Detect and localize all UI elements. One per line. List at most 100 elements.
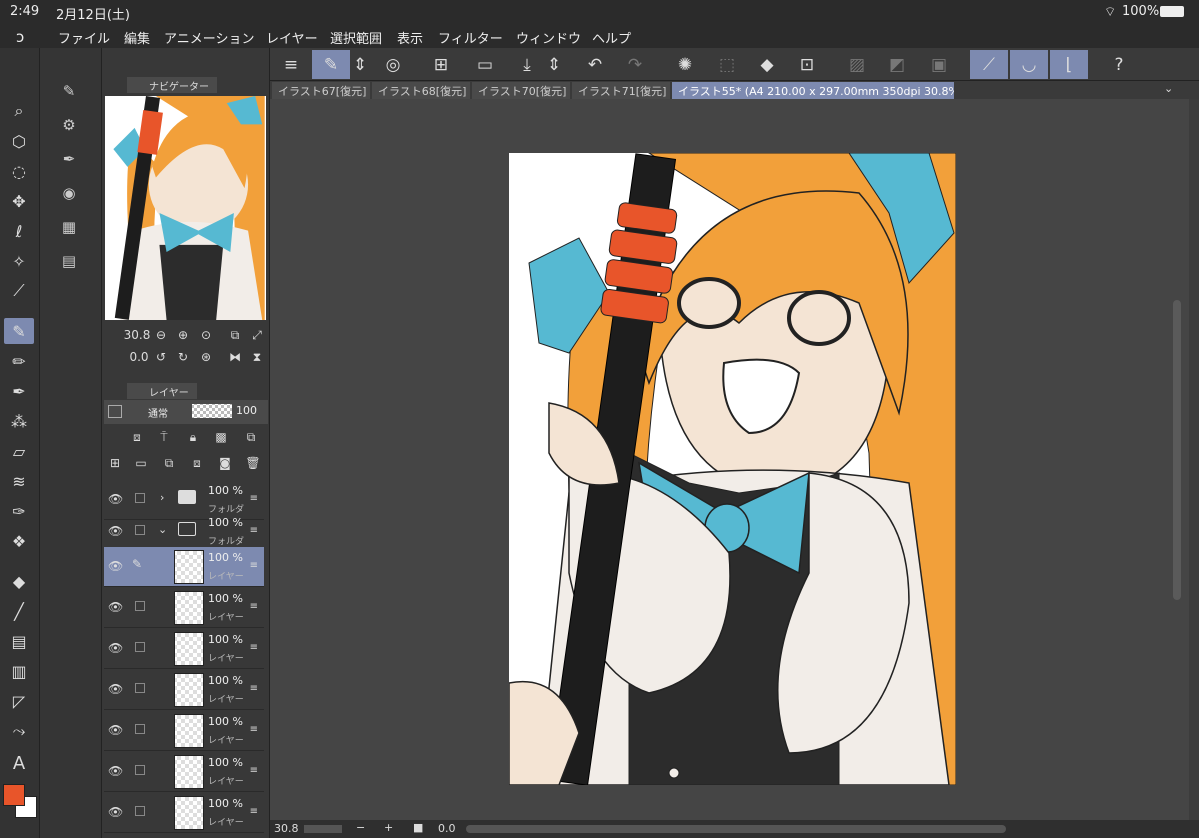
menu-file[interactable]: ファイル — [58, 28, 110, 47]
brush-tool-icon[interactable]: ✒ — [4, 378, 34, 404]
fit-icon[interactable]: ⊙ — [197, 328, 215, 342]
frame-tool-icon[interactable]: ▥ — [4, 658, 34, 684]
zoom-tool-icon[interactable]: ⌕ — [4, 98, 34, 124]
eye-icon[interactable]: 👁︎ — [108, 805, 123, 819]
layer-menu-icon[interactable]: ≡ — [250, 493, 258, 504]
layer-menu-icon[interactable]: ≡ — [250, 806, 258, 817]
main-color-swatch[interactable] — [3, 784, 25, 806]
tab-illust68[interactable]: イラスト68[復元] — [372, 82, 470, 99]
new-raster-layer-icon[interactable]: ⊞ — [106, 456, 124, 470]
chevron-right-icon[interactable]: › — [160, 491, 164, 504]
layer-checkbox[interactable] — [135, 806, 145, 816]
merge-down-icon[interactable]: ⧈ — [188, 456, 206, 471]
layer-row[interactable]: 👁︎ 100 % レイヤー ≡ — [104, 670, 264, 710]
menu-view[interactable]: 表示 — [397, 28, 423, 47]
airbrush-icon[interactable]: ⁂ — [4, 408, 34, 434]
layer-checkbox[interactable] — [135, 493, 145, 503]
rotate-left-icon[interactable]: ↺ — [152, 350, 170, 364]
fit-window-icon[interactable]: ⤢ — [248, 328, 266, 343]
grid-snap-icon[interactable]: ⌊ — [1050, 50, 1088, 79]
layer-menu-icon[interactable]: ≡ — [250, 525, 258, 536]
frame-icon[interactable]: ▣ — [920, 50, 958, 79]
save-icon[interactable]: ⤓ — [508, 50, 546, 79]
blend-tool-icon[interactable]: ≋ — [4, 468, 34, 494]
eye-icon[interactable]: 👁︎ — [108, 723, 123, 737]
mask-icon[interactable]: ⧉ — [240, 430, 262, 445]
layer-menu-icon[interactable]: ≡ — [250, 560, 258, 571]
lasso-icon[interactable]: ℓ — [4, 218, 34, 244]
layer-checkbox[interactable] — [135, 525, 145, 535]
layer-row[interactable]: 👁︎ ⌄ 100 % フォルダ ≡ — [104, 512, 264, 552]
layer-checkbox[interactable] — [135, 683, 145, 693]
actual-size-icon[interactable]: ⧉ — [226, 328, 244, 343]
menu-selection[interactable]: 選択範囲 — [330, 28, 382, 47]
text-tool-icon[interactable]: A — [4, 750, 34, 776]
tab-illust67[interactable]: イラスト67[復元] — [272, 82, 370, 99]
stroke-icon[interactable]: ▨ — [838, 50, 876, 79]
layer-menu-icon[interactable]: ≡ — [250, 765, 258, 776]
rotate-right-icon[interactable]: ↻ — [174, 350, 192, 364]
lock-icon[interactable]: 🔒︎ — [184, 430, 202, 445]
chevron-updown-icon[interactable]: ⇕ — [350, 50, 370, 79]
layer-menu-icon[interactable]: ≡ — [250, 601, 258, 612]
layer-row[interactable]: 👁︎ 100 % レイヤー ≡ — [104, 752, 264, 792]
layer-row[interactable]: 👁︎ 100 % レイヤー ≡ — [104, 793, 264, 833]
blend-mode-select[interactable]: 通常 — [148, 405, 168, 420]
clip-layer-icon[interactable]: ⧈ — [128, 430, 146, 445]
lock-transparency-icon[interactable]: ▩ — [212, 430, 230, 444]
layer-menu-icon[interactable]: ≡ — [250, 683, 258, 694]
layer-checkbox[interactable] — [135, 642, 145, 652]
eyedropper-icon[interactable]: ⟋ — [4, 278, 34, 304]
stop-icon[interactable]: ■ — [413, 821, 423, 834]
eye-icon[interactable]: 👁︎ — [108, 682, 123, 696]
tab-illust70[interactable]: イラスト70[復元] — [472, 82, 570, 99]
canvas-document[interactable] — [509, 153, 956, 785]
rotation-value[interactable]: 0.0 — [438, 822, 456, 835]
ruler-snap-icon[interactable]: ⟋ — [970, 50, 1008, 79]
lasso-select-icon[interactable]: ◌ — [4, 158, 34, 184]
zoom-in-icon[interactable]: ⊕ — [174, 328, 192, 342]
reset-rotation-icon[interactable]: ⊛ — [197, 350, 215, 364]
pencil-tool-icon[interactable]: ✏ — [4, 348, 34, 374]
ink-pen-icon[interactable]: ✑ — [4, 498, 34, 524]
gradient-tool-icon[interactable]: ▤ — [4, 628, 34, 654]
menu-window[interactable]: ウィンドウ — [516, 28, 581, 47]
timeline-icon[interactable]: ▤ — [54, 248, 84, 274]
trash-icon[interactable]: 🗑︎ — [244, 456, 262, 470]
help-icon[interactable]: ? — [1100, 50, 1138, 79]
gradient-fill-icon[interactable]: ◩ — [878, 50, 916, 79]
reference-layer-icon[interactable]: ⍑ — [155, 430, 173, 445]
zoom-out-icon[interactable]: ⊖ — [152, 328, 170, 342]
undo-icon[interactable]: ↶ — [576, 50, 614, 79]
zoom-minus-icon[interactable]: − — [356, 821, 365, 834]
new-file-icon[interactable]: ⊞ — [422, 50, 460, 79]
open-folder-icon[interactable]: ▭ — [466, 50, 504, 79]
layer-row[interactable]: 👁︎ 100 % レイヤー ≡ — [104, 588, 264, 628]
loading-icon[interactable]: ✺ — [666, 50, 704, 79]
eye-icon[interactable]: 👁︎ — [108, 492, 123, 506]
zoom-value[interactable]: 30.8 — [274, 822, 299, 835]
color-set-icon[interactable]: ▦ — [54, 214, 84, 240]
eye-icon[interactable]: 👁︎ — [108, 641, 123, 655]
zoom-plus-icon[interactable]: + — [384, 821, 393, 834]
layer-checkbox[interactable] — [135, 601, 145, 611]
eye-icon[interactable]: 👁︎ — [108, 559, 123, 573]
opacity-value[interactable]: 100 — [236, 404, 257, 417]
eye-icon[interactable]: 👁︎ — [108, 524, 123, 538]
color-wheel-icon[interactable]: ◉ — [54, 180, 84, 206]
chevron-updown-icon-2[interactable]: ⇕ — [544, 50, 564, 79]
new-folder-icon[interactable]: ▭ — [132, 456, 150, 470]
app-logo-icon[interactable]: ɔ — [16, 28, 24, 46]
zoom-slider[interactable] — [304, 825, 342, 833]
layer-row[interactable]: 👁︎ 100 % レイヤー ≡ — [104, 711, 264, 751]
blur-tool-icon[interactable]: ❖ — [4, 528, 34, 554]
line-tool-icon[interactable]: ╱ — [4, 598, 34, 624]
layer-row[interactable]: 👁︎ ✎ 100 % レイヤー ≡ — [104, 547, 264, 587]
layer-color-box[interactable] — [108, 405, 122, 418]
menu-edit[interactable]: 編集 — [124, 28, 150, 47]
special-ruler-snap-icon[interactable]: ◡ — [1010, 50, 1048, 79]
copy-layer-icon[interactable]: ⧉ — [160, 456, 178, 471]
chevron-down-icon[interactable]: ⌄ — [1164, 82, 1173, 95]
vertical-scrollbar[interactable] — [1173, 300, 1181, 600]
move-tool-icon[interactable]: ✥ — [4, 188, 34, 214]
